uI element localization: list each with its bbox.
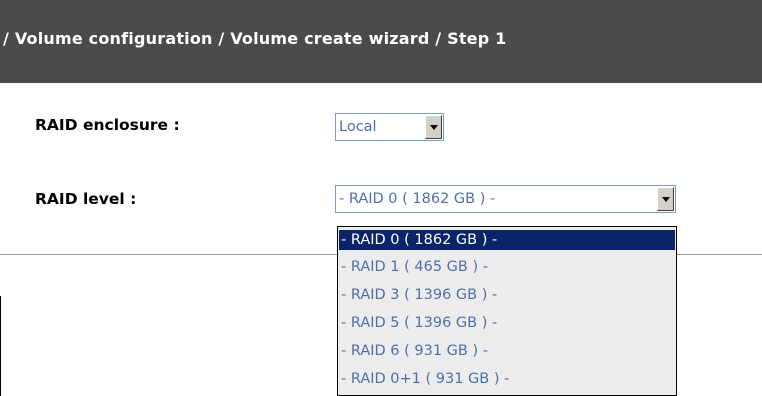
raid-enclosure-label: RAID enclosure : <box>35 116 180 134</box>
page-header: / Volume configuration / Volume create w… <box>0 0 762 83</box>
raid-level-option[interactable]: - RAID 0 ( 1862 GB ) - <box>339 230 675 250</box>
chevron-down-icon <box>429 125 438 130</box>
raid-level-option[interactable]: - RAID 0+1 ( 931 GB ) - <box>341 369 509 389</box>
raid-level-label: RAID level : <box>35 190 137 208</box>
raid-level-value: - RAID 0 ( 1862 GB ) - <box>339 191 496 207</box>
chevron-down-icon <box>661 197 670 202</box>
raid-level-option[interactable]: - RAID 3 ( 1396 GB ) - <box>341 285 497 305</box>
raid-enclosure-dropdown-button[interactable] <box>425 115 442 139</box>
raid-level-options-list[interactable]: - RAID 0 ( 1862 GB ) - - RAID 1 ( 465 GB… <box>337 226 677 396</box>
raid-enclosure-select[interactable]: Local <box>335 113 444 141</box>
left-border-line <box>0 296 1 396</box>
breadcrumb: / Volume configuration / Volume create w… <box>3 29 507 48</box>
raid-level-option[interactable]: - RAID 6 ( 931 GB ) - <box>341 341 488 361</box>
raid-level-option[interactable]: - RAID 5 ( 1396 GB ) - <box>341 313 497 333</box>
raid-enclosure-value: Local <box>339 119 377 135</box>
raid-level-dropdown-button[interactable] <box>657 187 674 211</box>
raid-level-option[interactable]: - RAID 1 ( 465 GB ) - <box>341 257 488 277</box>
raid-level-select[interactable]: - RAID 0 ( 1862 GB ) - <box>335 185 676 213</box>
